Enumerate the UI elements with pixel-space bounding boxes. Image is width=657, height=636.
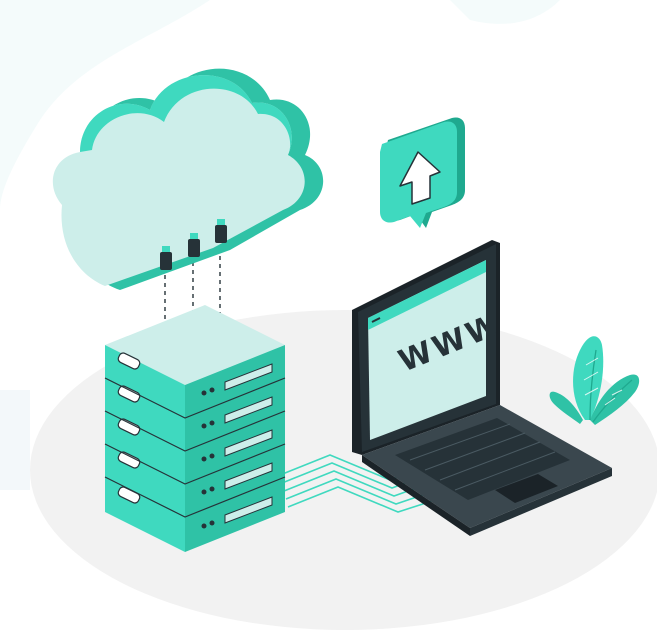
cloud-icon bbox=[52, 68, 324, 290]
server-rack-icon bbox=[104, 305, 286, 552]
upload-bubble-icon bbox=[380, 117, 465, 228]
cloud-hosting-illustration: WWW bbox=[0, 0, 657, 630]
